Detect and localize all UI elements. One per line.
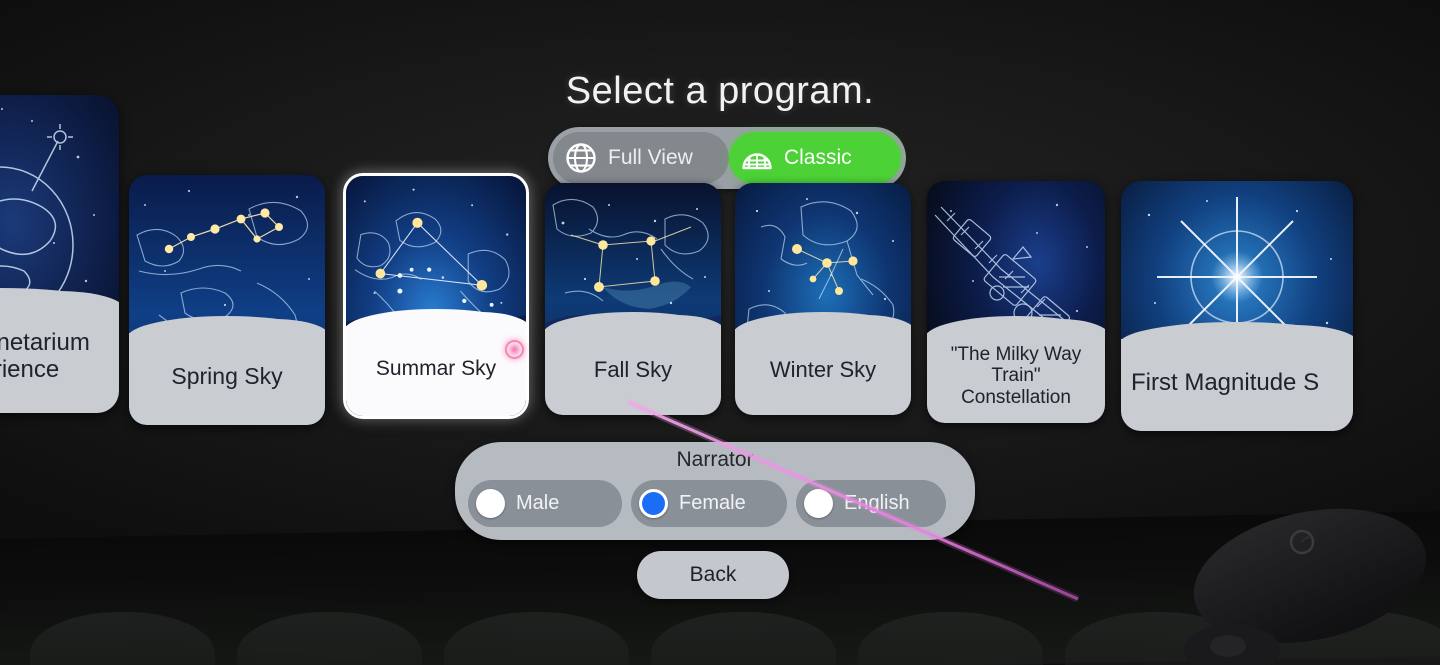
- radio-dot-english: [804, 489, 833, 518]
- narrator-options: Male Female English: [468, 480, 962, 527]
- vr-controller: [1184, 508, 1427, 665]
- program-label-line1: First planetarium: [0, 329, 90, 357]
- program-card-first-planetarium-experience[interactable]: First planetariumexperience: [0, 95, 119, 413]
- pointer-cursor-dot: [505, 340, 524, 359]
- program-card-label: Spring Sky: [129, 316, 325, 425]
- program-card-winter-sky[interactable]: Winter Sky: [735, 183, 911, 415]
- narrator-option-male[interactable]: Male: [468, 480, 622, 527]
- program-label-line1: First Magnitude S: [1131, 368, 1320, 396]
- program-card-fall-sky[interactable]: Fall Sky: [545, 183, 721, 415]
- program-card-label: Fall Sky: [545, 312, 721, 415]
- radio-dot-male: [476, 489, 505, 518]
- narrator-title: Narrator: [676, 448, 754, 471]
- program-label-line1: Winter Sky: [769, 356, 877, 382]
- narrator-option-female[interactable]: Female: [631, 480, 787, 527]
- narrator-label-male: Male: [516, 492, 560, 514]
- program-label-line1: Summar Sky: [375, 357, 497, 381]
- narrator-option-english[interactable]: English: [796, 480, 946, 527]
- program-label-line2: experience: [0, 356, 60, 383]
- program-card-label: Winter Sky: [735, 312, 911, 415]
- radio-dot-female: [639, 489, 668, 518]
- program-label-line2: Constellation: [961, 386, 1071, 408]
- program-card-milky-way-train-constellation[interactable]: "The Milky Way Train" Constellation: [927, 181, 1105, 423]
- program-label-line1: "The Milky Way Train": [950, 344, 1082, 387]
- program-card-spring-sky[interactable]: Spring Sky: [129, 175, 325, 425]
- program-label-line1: Spring Sky: [171, 363, 283, 390]
- back-button[interactable]: Back: [637, 551, 789, 599]
- program-card-rail[interactable]: First planetariumexperience: [0, 95, 1440, 435]
- narrator-label-female: Female: [679, 492, 746, 514]
- program-card-label: First planetariumexperience: [0, 288, 119, 413]
- program-card-label: First Magnitude S: [1121, 322, 1353, 431]
- program-card-label: "The Milky Way Train" Constellation: [927, 316, 1105, 423]
- program-label-line1: Fall Sky: [593, 356, 673, 382]
- narrator-panel: Narrator Male Female English: [455, 442, 975, 540]
- program-card-first-magnitude-stars[interactable]: First Magnitude S: [1121, 181, 1353, 431]
- program-card-label: Summar Sky: [346, 309, 526, 416]
- program-card-summar-sky[interactable]: Summar Sky: [343, 173, 529, 419]
- narrator-label-english: English: [844, 492, 910, 514]
